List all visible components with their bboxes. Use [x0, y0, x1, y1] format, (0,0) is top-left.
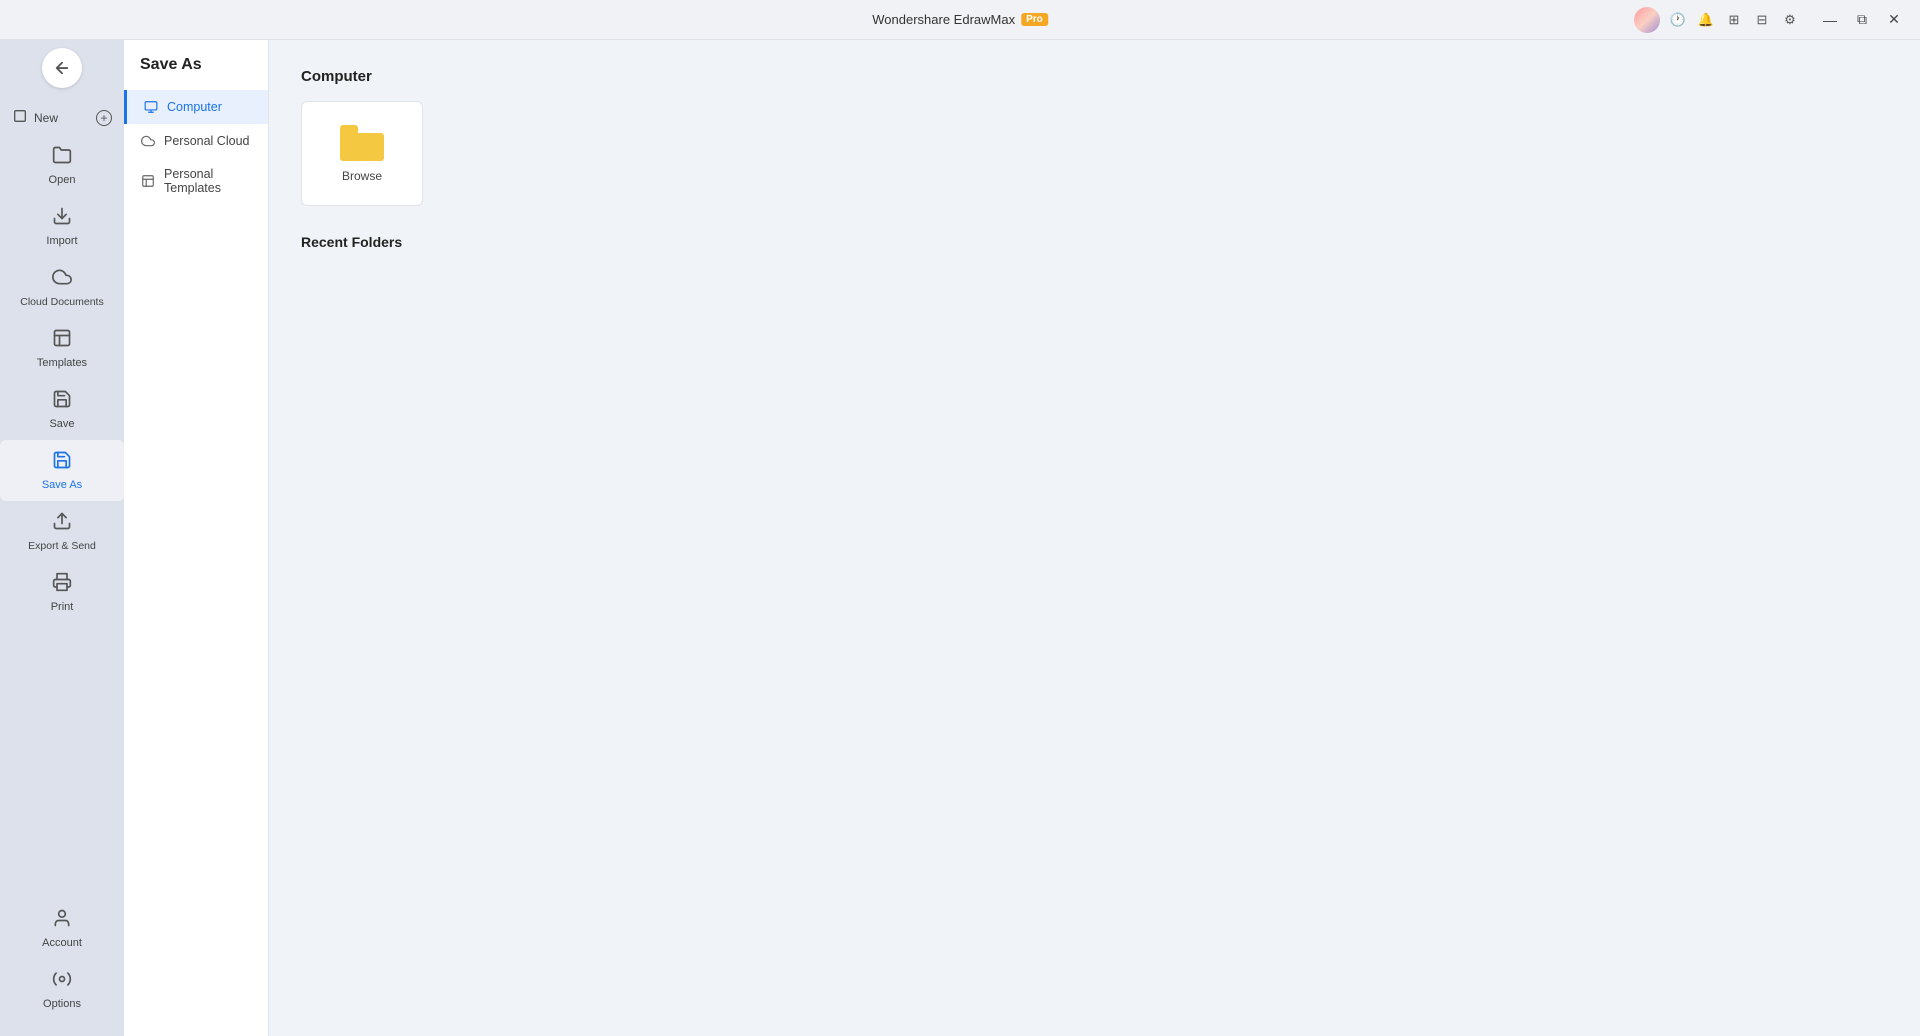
- bell-icon[interactable]: 🔔: [1696, 10, 1716, 30]
- panel-menu-personal-cloud[interactable]: Personal Cloud: [124, 124, 268, 158]
- sidebar-item-import[interactable]: Import: [0, 196, 124, 257]
- sidebar-item-cloud-documents[interactable]: Cloud Documents: [0, 257, 124, 318]
- sidebar-save-label: Save: [49, 418, 74, 430]
- filter-icon[interactable]: ⊟: [1752, 10, 1772, 30]
- panel-menu-personal-templates[interactable]: Personal Templates: [124, 158, 268, 204]
- close-button[interactable]: ✕: [1880, 6, 1908, 34]
- save-icon: [52, 389, 72, 414]
- pro-badge: Pro: [1021, 13, 1048, 26]
- sidebar-cloud-label: Cloud Documents: [20, 296, 103, 308]
- app-title: Wondershare EdrawMax: [872, 12, 1015, 27]
- import-icon: [52, 206, 72, 231]
- sidebar-account-label: Account: [42, 937, 82, 949]
- sidebar-item-print[interactable]: Print: [0, 562, 124, 623]
- sidebar-item-save-as[interactable]: Save As: [0, 440, 124, 501]
- sidebar-item-new[interactable]: New +: [0, 100, 124, 135]
- sidebar-item-account[interactable]: Account: [0, 898, 124, 959]
- panel-cloud-label: Personal Cloud: [164, 134, 249, 148]
- browse-card[interactable]: Browse: [301, 101, 423, 206]
- options-icon: [52, 969, 72, 994]
- sidebar-item-templates[interactable]: Templates: [0, 318, 124, 379]
- open-icon: [52, 145, 72, 170]
- save-as-title: Save As: [124, 56, 268, 90]
- panel-computer-label: Computer: [167, 100, 222, 114]
- main-content: Computer Browse Recent Folders: [269, 40, 1920, 1036]
- folder-icon: [340, 125, 384, 161]
- sidebar-new-label: New: [34, 111, 58, 125]
- minimize-button[interactable]: —: [1816, 6, 1844, 34]
- sidebar-options-label: Options: [43, 998, 81, 1010]
- account-icon: [52, 908, 72, 933]
- back-button[interactable]: [42, 48, 82, 88]
- save-as-panel: Save As Computer Personal Cloud Personal…: [124, 40, 269, 1036]
- sidebar-bottom: Account Options: [0, 898, 124, 1036]
- title-bar-center: Wondershare EdrawMax Pro: [872, 12, 1048, 27]
- title-bar-right: 🕐 🔔 ⊞ ⊟ ⚙ — ⧉ ✕: [1634, 6, 1908, 34]
- new-plus-icon: +: [96, 110, 112, 126]
- export-icon: [52, 511, 72, 536]
- title-bar: Wondershare EdrawMax Pro 🕐 🔔 ⊞ ⊟ ⚙ — ⧉ ✕: [0, 0, 1920, 40]
- cloud-icon: [52, 267, 72, 292]
- computer-icon: [143, 99, 159, 115]
- panel-templates-label: Personal Templates: [164, 167, 252, 195]
- restore-button[interactable]: ⧉: [1848, 6, 1876, 34]
- browse-label: Browse: [342, 169, 382, 183]
- clock-icon[interactable]: 🕐: [1668, 10, 1688, 30]
- templates-icon: [52, 328, 72, 353]
- personal-cloud-icon: [140, 133, 156, 149]
- sidebar-templates-label: Templates: [37, 357, 87, 369]
- new-icon: [12, 108, 28, 127]
- app-body: New + Open Import Cloud Documents: [0, 40, 1920, 1036]
- window-controls: — ⧉ ✕: [1816, 6, 1908, 34]
- sidebar-saveas-label: Save As: [42, 479, 82, 491]
- sidebar-open-label: Open: [49, 174, 76, 186]
- recent-folders-title: Recent Folders: [301, 234, 1888, 250]
- grid-icon[interactable]: ⊞: [1724, 10, 1744, 30]
- sidebar-item-save[interactable]: Save: [0, 379, 124, 440]
- sidebar-export-label: Export & Send: [28, 540, 96, 552]
- sidebar-item-export-send[interactable]: Export & Send: [0, 501, 124, 562]
- section-title: Computer: [301, 68, 1888, 85]
- settings-icon[interactable]: ⚙: [1780, 10, 1800, 30]
- sidebar-item-open[interactable]: Open: [0, 135, 124, 196]
- sidebar-left: New + Open Import Cloud Documents: [0, 40, 124, 1036]
- saveas-icon: [52, 450, 72, 475]
- print-icon: [52, 572, 72, 597]
- panel-menu-computer[interactable]: Computer: [124, 90, 268, 124]
- sidebar-import-label: Import: [46, 235, 77, 247]
- sidebar-print-label: Print: [51, 601, 74, 613]
- personal-templates-icon: [140, 173, 156, 189]
- avatar[interactable]: [1634, 7, 1660, 33]
- sidebar-item-options[interactable]: Options: [0, 959, 124, 1020]
